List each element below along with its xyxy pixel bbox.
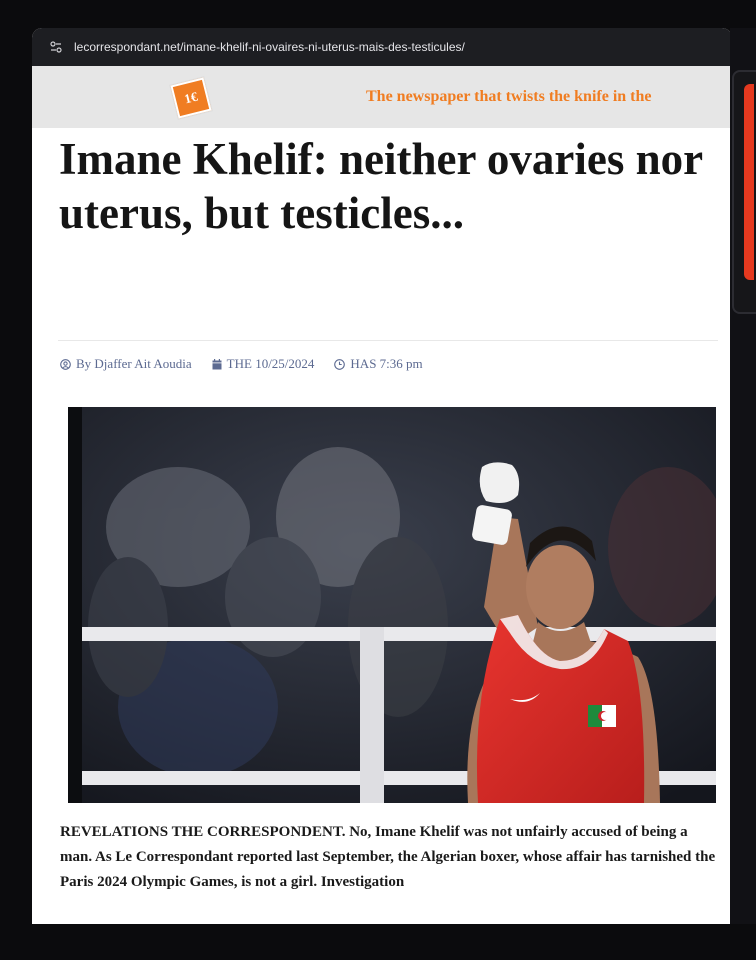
browser-window: lecorrespondant.net/imane-khelif-ni-ovai… xyxy=(32,28,732,924)
date-meta: THE 10/25/2024 xyxy=(212,356,315,372)
publish-time: HAS 7:36 pm xyxy=(350,356,423,371)
calendar-icon xyxy=(212,358,222,369)
logo-text: 1€ xyxy=(182,88,200,107)
address-bar[interactable]: lecorrespondant.net/imane-khelif-ni-ovai… xyxy=(32,28,732,66)
url-text[interactable]: lecorrespondant.net/imane-khelif-ni-ovai… xyxy=(74,40,465,54)
boxer-photo-illustration xyxy=(68,407,716,803)
article-lede: REVELATIONS THE CORRESPONDENT. No, Imane… xyxy=(60,824,716,890)
publish-date: THE 10/25/2024 xyxy=(226,356,315,371)
clock-icon xyxy=(334,358,346,370)
author-name[interactable]: By Djaffer Ait Aoudia xyxy=(76,356,192,372)
site-logo[interactable]: 1€ xyxy=(170,77,212,119)
side-panel xyxy=(730,28,756,924)
user-circle-icon xyxy=(60,358,71,370)
site-tagline: The newspaper that twists the knife in t… xyxy=(366,88,652,105)
article-headline: Imane Khelif: neither ovaries nor uterus… xyxy=(59,134,703,238)
side-accent xyxy=(744,84,754,280)
article-photo xyxy=(68,407,716,803)
divider xyxy=(58,340,718,341)
article-meta: By Djaffer Ait Aoudia THE 10/25/2024 HAS… xyxy=(60,355,437,373)
author-meta[interactable]: By Djaffer Ait Aoudia xyxy=(60,356,192,372)
site-header: 1€ The newspaper that twists the knife i… xyxy=(32,66,732,128)
tune-icon[interactable] xyxy=(48,39,64,55)
time-meta: HAS 7:36 pm xyxy=(334,356,423,372)
